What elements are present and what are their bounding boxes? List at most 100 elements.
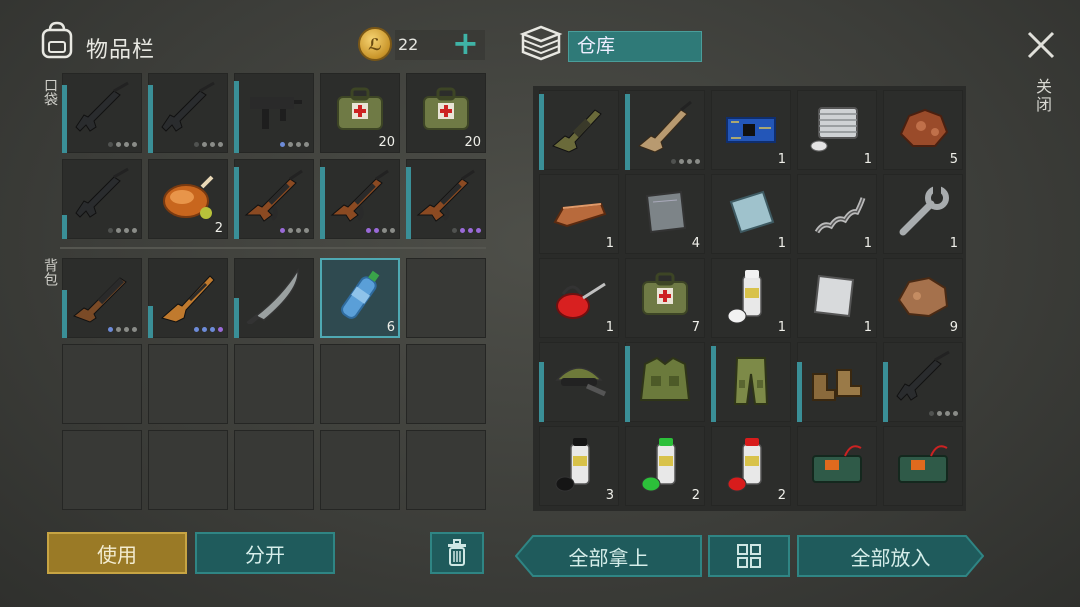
item-slot[interactable]: 1	[711, 258, 791, 338]
item-slot[interactable]	[234, 73, 314, 153]
item-slot[interactable]: 20	[406, 73, 486, 153]
close-label[interactable]: 关闭	[1030, 78, 1054, 114]
trash-button[interactable]	[430, 532, 484, 574]
quality-dot	[296, 142, 301, 147]
quality-dot	[210, 327, 215, 332]
item-slot[interactable]: 1	[711, 174, 791, 254]
quality-dot	[953, 411, 958, 416]
empty-slot[interactable]	[234, 430, 314, 510]
put-all-button[interactable]: 全部放入	[797, 535, 984, 577]
glass-plate-icon	[729, 190, 775, 234]
item-slot[interactable]: 7	[625, 258, 705, 338]
item-slot[interactable]	[539, 90, 619, 170]
item-slot[interactable]	[62, 73, 142, 153]
grid-sort-icon	[737, 544, 761, 568]
tactical-vest-icon	[639, 356, 691, 401]
item-slot[interactable]: 1	[711, 90, 791, 170]
assault-rifle-icon	[161, 81, 215, 132]
empty-slot[interactable]	[320, 430, 400, 510]
shotgun-icon	[73, 277, 127, 323]
item-slot[interactable]: 6	[320, 258, 400, 338]
item-slot[interactable]	[148, 73, 228, 153]
item-slot[interactable]: 3	[539, 426, 619, 506]
close-icon[interactable]	[1026, 30, 1056, 60]
item-slot[interactable]	[62, 258, 142, 338]
item-slot[interactable]: 4	[625, 174, 705, 254]
quality-dots	[671, 159, 700, 164]
item-slot[interactable]	[234, 258, 314, 338]
scar-rifle-icon	[638, 100, 692, 153]
quality-dot	[468, 228, 473, 233]
item-slot[interactable]	[797, 342, 877, 422]
spring-icon	[814, 197, 866, 234]
item-slot[interactable]: 20	[320, 73, 400, 153]
item-quantity: 3	[605, 488, 614, 503]
item-slot[interactable]: 1	[539, 174, 619, 254]
empty-slot[interactable]	[234, 344, 314, 424]
item-quantity: 1	[863, 152, 872, 167]
coin-count: 22	[398, 35, 419, 54]
item-slot[interactable]	[539, 342, 619, 422]
item-slot[interactable]	[797, 426, 877, 506]
item-slot[interactable]: 9	[883, 258, 963, 338]
item-slot[interactable]: 1	[797, 258, 877, 338]
item-slot[interactable]	[625, 342, 705, 422]
item-slot[interactable]	[148, 258, 228, 338]
item-slot[interactable]: 1	[797, 90, 877, 170]
combat-boots-icon	[812, 369, 862, 401]
durability-bar	[320, 167, 325, 239]
empty-slot[interactable]	[148, 344, 228, 424]
medkit-bag-icon	[642, 272, 688, 315]
section-divider	[60, 247, 486, 249]
item-slot[interactable]: 1	[883, 174, 963, 254]
medkit-bag-icon	[337, 87, 383, 130]
quality-dot	[476, 228, 481, 233]
split-button[interactable]: 分开	[195, 532, 335, 574]
item-slot[interactable]: 1	[797, 174, 877, 254]
item-slot[interactable]	[711, 342, 791, 422]
item-slot[interactable]	[883, 426, 963, 506]
ak-rifle-icon	[244, 169, 303, 222]
durability-bar	[148, 85, 153, 153]
item-slot[interactable]	[62, 159, 142, 239]
quality-dots	[929, 411, 958, 416]
ak-rifle-icon	[330, 169, 389, 222]
assault-rifle-icon	[75, 81, 129, 132]
item-slot[interactable]	[320, 159, 400, 239]
empty-slot[interactable]	[406, 430, 486, 510]
empty-slot[interactable]	[320, 344, 400, 424]
item-quantity: 20	[378, 135, 395, 150]
add-coins-button[interactable]: +	[452, 27, 479, 60]
empty-slot[interactable]	[148, 430, 228, 510]
empty-slot[interactable]	[406, 258, 486, 338]
circuit-board-icon	[726, 117, 776, 143]
item-slot[interactable]	[234, 159, 314, 239]
warehouse-name-field[interactable]: 仓库	[568, 31, 702, 62]
sort-button[interactable]	[708, 535, 790, 577]
empty-slot[interactable]	[406, 344, 486, 424]
item-quantity: 1	[605, 236, 614, 251]
empty-slot[interactable]	[62, 430, 142, 510]
quality-dot	[452, 228, 457, 233]
empty-slot[interactable]	[62, 344, 142, 424]
item-slot[interactable]	[883, 342, 963, 422]
water-bottle-icon	[341, 270, 380, 319]
take-all-button[interactable]: 全部拿上	[515, 535, 702, 577]
item-quantity: 7	[691, 320, 700, 335]
item-slot[interactable]	[625, 90, 705, 170]
item-slot[interactable]	[406, 159, 486, 239]
use-button[interactable]: 使用	[47, 532, 187, 574]
quality-dot	[937, 411, 942, 416]
engine-part-icon	[810, 107, 858, 152]
assault-rifle-icon	[75, 167, 129, 218]
item-slot[interactable]: 2	[148, 159, 228, 239]
quality-dot	[210, 142, 215, 147]
item-slot[interactable]: 2	[711, 426, 791, 506]
hunting-rifle-icon	[160, 275, 215, 323]
item-slot[interactable]: 5	[883, 90, 963, 170]
quality-dots	[452, 228, 481, 233]
durability-bar	[62, 85, 67, 153]
copper-ingot-icon	[553, 202, 607, 228]
item-slot[interactable]: 2	[625, 426, 705, 506]
item-slot[interactable]: 1	[539, 258, 619, 338]
